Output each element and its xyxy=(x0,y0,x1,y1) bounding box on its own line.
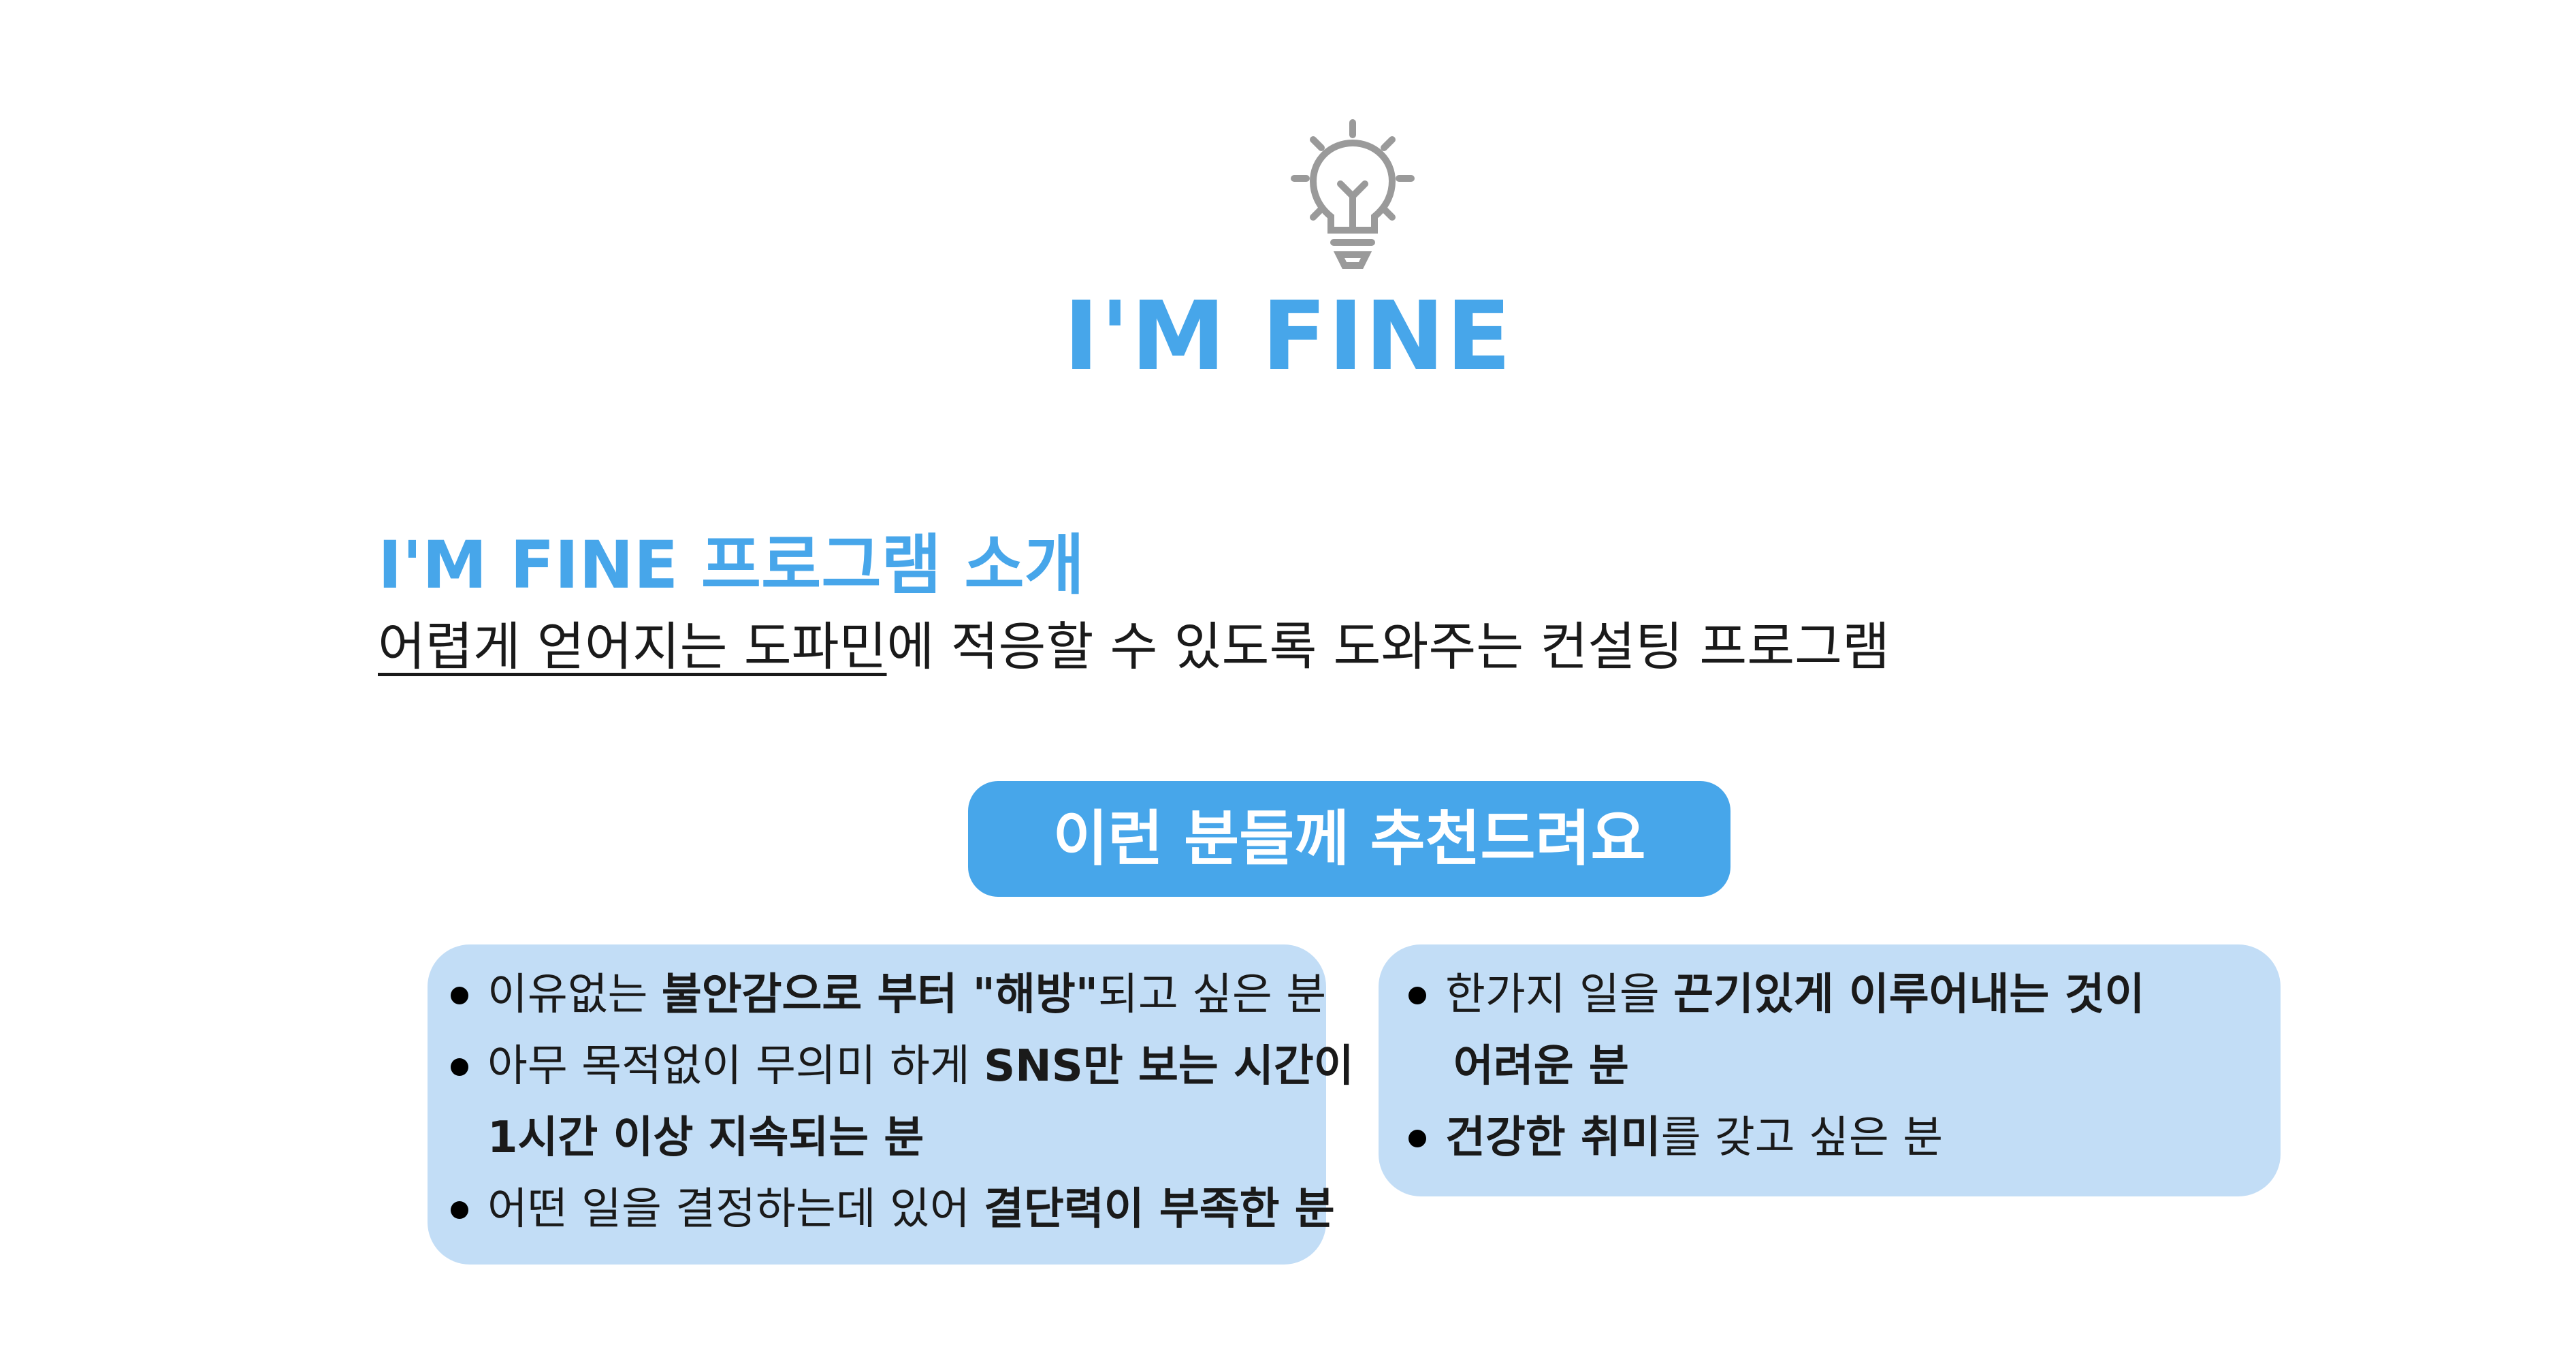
list-item: 이유없는 불안감으로 부터 "해방"되고 싶은 분 xyxy=(441,959,1354,1031)
bullet-icon xyxy=(1408,987,1426,1004)
recommend-list-left: 이유없는 불안감으로 부터 "해방"되고 싶은 분 아무 목적없이 무의미 하게… xyxy=(441,959,1354,1245)
list-item-line: 어떤 일을 결정하는데 있어 결단력이 부족한 분 xyxy=(487,1174,1354,1245)
list-item: 어떤 일을 결정하는데 있어 결단력이 부족한 분 xyxy=(441,1174,1354,1245)
list-item-text: 이유없는 xyxy=(487,970,662,1020)
recommend-banner: 이런 분들께 추천드려요 xyxy=(968,781,1730,897)
list-item-text: 어떤 일을 결정하는데 있어 xyxy=(487,1184,984,1235)
list-item-emphasis: 결단력이 부족한 분 xyxy=(984,1184,1335,1235)
intro-heading: I'M FINE 프로그램 소개 xyxy=(378,527,1085,603)
list-item-text: 한가지 일을 xyxy=(1445,970,1674,1020)
list-item-emphasis: 끈기있게 이루어내는 것이 xyxy=(1673,970,2145,1020)
list-item-line: 건강한 취미를 갖고 싶은 분 xyxy=(1445,1102,2144,1174)
list-item-text: 되고 싶은 분 xyxy=(1098,970,1327,1020)
list-item-emphasis: 불안감으로 부터 "해방" xyxy=(661,970,1099,1020)
list-item-line: 이유없는 불안감으로 부터 "해방"되고 싶은 분 xyxy=(487,959,1354,1031)
list-item-line: 아무 목적없이 무의미 하게 SNS만 보는 시간이 xyxy=(487,1031,1354,1102)
bullet-icon xyxy=(1408,1130,1426,1147)
list-item-line: 한가지 일을 끈기있게 이루어내는 것이 xyxy=(1445,959,2144,1031)
list-item-text: 아무 목적없이 무의미 하게 xyxy=(487,1041,984,1092)
intro-description: 어렵게 얻어지는 도파민에 적응할 수 있도록 도와주는 컨설팅 프로그램 xyxy=(378,609,1890,684)
list-item: 한가지 일을 끈기있게 이루어내는 것이 어려운 분 xyxy=(1399,959,2144,1102)
recommend-card-left: 이유없는 불안감으로 부터 "해방"되고 싶은 분 아무 목적없이 무의미 하게… xyxy=(428,944,1354,1265)
recommend-card-right: 한가지 일을 끈기있게 이루어내는 것이 어려운 분 건강한 취미를 갖고 싶은… xyxy=(1379,944,2281,1196)
recommend-list-right: 한가지 일을 끈기있게 이루어내는 것이 어려운 분 건강한 취미를 갖고 싶은… xyxy=(1399,959,2144,1174)
list-item-line-continued: 어려운 분 xyxy=(1453,1041,1629,1092)
list-item-emphasis: SNS만 보는 시간이 xyxy=(984,1041,1354,1092)
list-item-emphasis: 건강한 취미 xyxy=(1445,1113,1661,1163)
intro-description-highlight: 어렵게 얻어지는 도파민 xyxy=(378,616,887,677)
list-item: 건강한 취미를 갖고 싶은 분 xyxy=(1399,1102,2144,1174)
brand-title: I'M FINE xyxy=(1063,281,1513,392)
bullet-icon xyxy=(451,1058,468,1076)
bullet-icon xyxy=(451,1201,468,1219)
bullet-icon xyxy=(451,987,468,1004)
intro-description-rest: 에 적응할 수 있도록 도와주는 컨설팅 프로그램 xyxy=(886,616,1890,677)
list-item: 아무 목적없이 무의미 하게 SNS만 보는 시간이 1시간 이상 지속되는 분 xyxy=(441,1031,1354,1174)
list-item-text: 를 갖고 싶은 분 xyxy=(1660,1113,1943,1163)
lightbulb-icon xyxy=(1291,119,1415,269)
list-item-line-continued: 1시간 이상 지속되는 분 xyxy=(487,1113,924,1163)
